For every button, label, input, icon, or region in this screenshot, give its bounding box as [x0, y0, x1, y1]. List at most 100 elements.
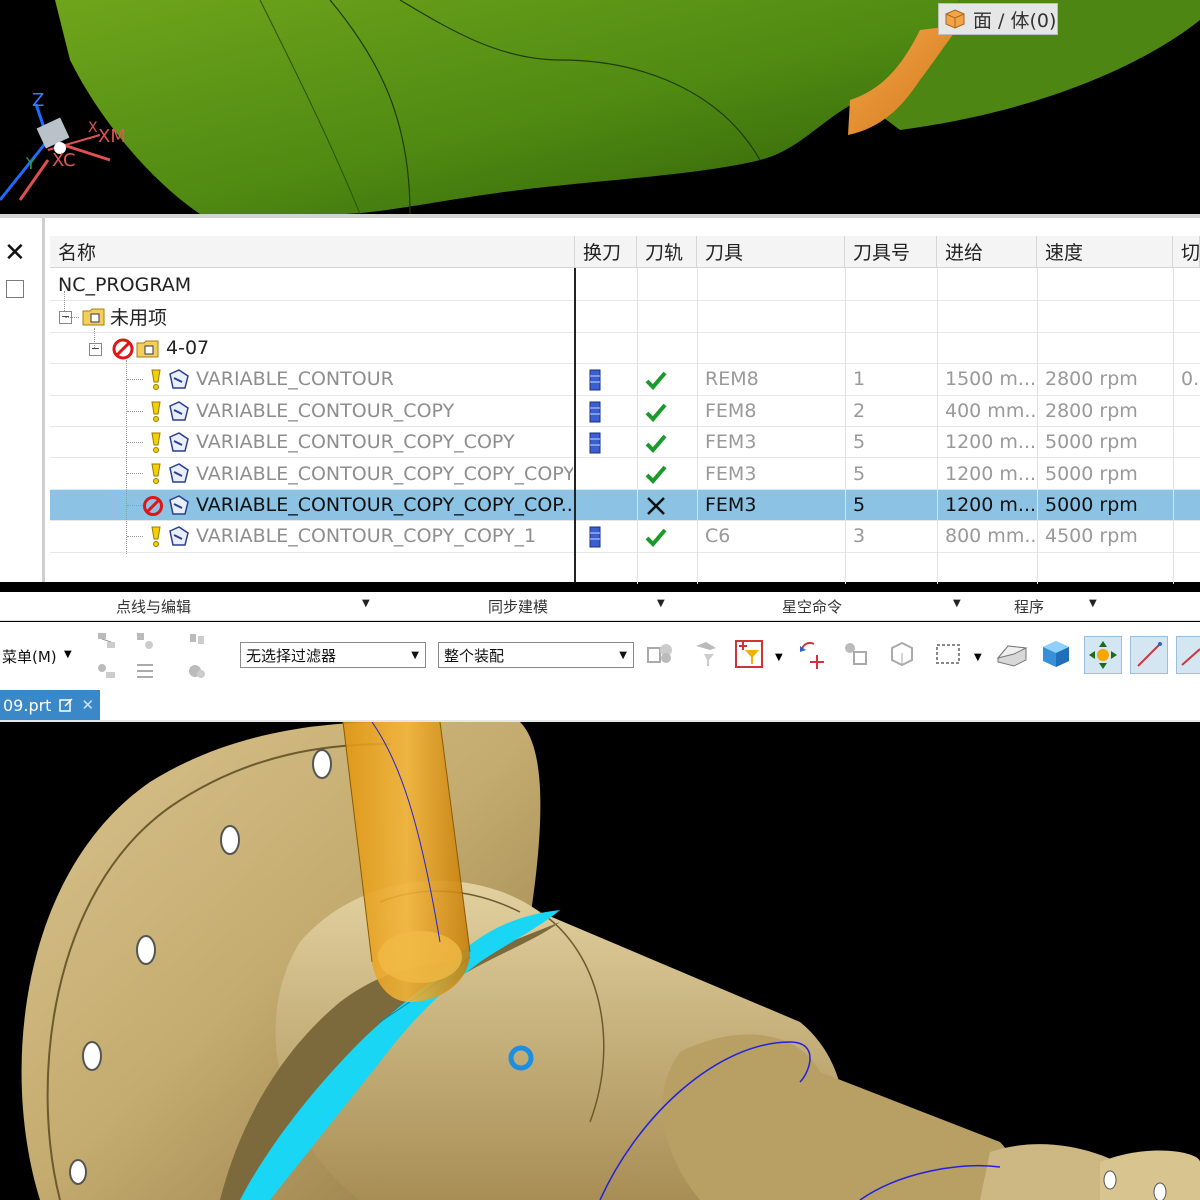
- dropdown-arrow-icon[interactable]: ▼: [953, 598, 961, 609]
- menu-dropdown-icon[interactable]: ▼: [64, 649, 72, 660]
- file-tab-label: 09.prt: [3, 695, 52, 715]
- operation-name: VARIABLE_CONTOUR_COPY_COPY_COPY: [196, 462, 573, 485]
- tree-line: [65, 317, 79, 318]
- snap-point-icon[interactable]: [794, 636, 830, 672]
- ribbon-group-star-commands[interactable]: 星空命令: [782, 596, 842, 617]
- shaded-cube-icon[interactable]: [1038, 636, 1074, 672]
- tree-row-program[interactable]: − 4-07: [50, 333, 1200, 365]
- modified-icon: [59, 698, 73, 712]
- tree-line: [126, 360, 127, 554]
- column-header-tool[interactable]: 刀具: [697, 236, 845, 268]
- column-divider: [1173, 268, 1174, 584]
- type-filter-dropdown[interactable]: 无选择过滤器 ▼: [240, 642, 426, 668]
- ribbon-group-curve-edit[interactable]: 点线与编辑: [116, 596, 191, 617]
- operation-row[interactable]: VARIABLE_CONTOUR_COPY_COPY FEM3 5 1200 m...…: [50, 427, 1200, 459]
- dropdown-arrow-icon[interactable]: ▼: [362, 598, 370, 609]
- toolpath-ok-icon: [645, 403, 667, 422]
- tool-change-icon: [589, 401, 601, 423]
- snap-control-point-icon[interactable]: [1084, 636, 1122, 674]
- cut-value: [1173, 490, 1200, 520]
- tree-row-root[interactable]: NC_PROGRAM: [50, 270, 1200, 302]
- speed-value: 5000 rpm: [1045, 431, 1138, 454]
- close-icon[interactable]: ✕: [4, 238, 26, 268]
- navigator-checkbox[interactable]: [6, 280, 24, 298]
- sync-replace-face-icon[interactable]: [184, 658, 210, 684]
- offset-curve-icon[interactable]: [94, 658, 120, 684]
- selection-badge-label: 面 / 体(0): [973, 9, 1057, 32]
- dropdown-arrow-icon[interactable]: ▼: [775, 652, 783, 663]
- divide-curve-icon[interactable]: [132, 628, 158, 654]
- tool-number: 5: [853, 493, 866, 516]
- group-label-unused: 未用项: [110, 307, 168, 330]
- tool-name: FEM3: [705, 462, 757, 485]
- tree-line: [127, 379, 143, 381]
- operation-name: VARIABLE_CONTOUR_COPY_COPY_COP...: [196, 493, 573, 516]
- operation-row[interactable]: VARIABLE_CONTOUR_COPY_COPY_COP... FEM3 5 12…: [50, 489, 1200, 522]
- wireframe-select-icon[interactable]: [884, 636, 920, 672]
- tool-number: 2: [853, 399, 866, 422]
- dropdown-arrow-icon[interactable]: ▼: [974, 652, 982, 663]
- menu-button[interactable]: 菜单(M): [2, 646, 57, 667]
- tool-name: FEM3: [705, 493, 757, 516]
- graphics-window-top[interactable]: Z Y XC X XM 面 / 体(0): [0, 0, 1200, 214]
- selection-badge[interactable]: 面 / 体(0): [938, 3, 1058, 35]
- operation-navigator: ✕ 名称 换刀 刀轨 刀具 刀具号 进给 速度 切 NC_PROGRAM − 未…: [0, 214, 1200, 584]
- trim-curve-icon[interactable]: [132, 658, 158, 684]
- toolpath-ok-icon: [645, 466, 667, 485]
- column-header-toolchange[interactable]: 换刀: [575, 236, 637, 268]
- tree-row-unused[interactable]: − 未用项: [50, 301, 1200, 333]
- operation-row[interactable]: VARIABLE_CONTOUR_COPY FEM8 2 400 mm... 2800 …: [50, 396, 1200, 427]
- feed-value: 1500 m...: [945, 368, 1037, 391]
- no-entry-icon: [143, 495, 163, 516]
- shaded-view-icon[interactable]: [994, 636, 1030, 672]
- column-header-speed[interactable]: 速度: [1037, 236, 1173, 268]
- feed-value: 1200 m...: [945, 462, 1037, 485]
- axis-label-z: Z: [32, 90, 45, 111]
- sync-move-face-icon[interactable]: [184, 628, 210, 654]
- column-divider: [637, 268, 638, 584]
- column-header-tool-number[interactable]: 刀具号: [845, 236, 937, 268]
- regenerate-warning-icon: [151, 401, 161, 422]
- cube-icon: [945, 9, 965, 29]
- ribbon-group-program[interactable]: 程序: [1014, 596, 1044, 617]
- graphics-window-main[interactable]: [0, 722, 1200, 1200]
- operation-row[interactable]: VARIABLE_CONTOUR REM8 1 1500 m... 2800 rpm 0.: [50, 364, 1200, 396]
- no-entry-icon: [112, 338, 134, 360]
- edit-curve-icon[interactable]: [94, 628, 120, 654]
- tool-name: C6: [705, 525, 731, 548]
- ribbon-group-sync-modeling[interactable]: 同步建模: [488, 596, 548, 617]
- regenerate-warning-icon: [151, 432, 161, 453]
- snap-mid-point-icon[interactable]: [1176, 636, 1200, 674]
- toolpath-ok-icon: [645, 371, 667, 391]
- tree-line: [127, 410, 143, 412]
- feed-value: 800 mm...: [945, 525, 1037, 548]
- dropdown-arrow-icon[interactable]: ▼: [657, 598, 665, 609]
- file-tab-bar: 09.prt ✕: [0, 690, 1200, 722]
- file-tab-active[interactable]: 09.prt ✕: [0, 690, 100, 720]
- regenerate-warning-icon: [151, 463, 161, 485]
- dropdown-arrow-icon[interactable]: ▼: [1089, 598, 1097, 609]
- regenerate-warning-icon: [151, 369, 161, 391]
- scope-dropdown[interactable]: 整个装配 ▼: [438, 642, 634, 668]
- tool-name: FEM8: [705, 399, 757, 422]
- operation-name: VARIABLE_CONTOUR_COPY: [196, 399, 455, 422]
- speed-value: 5000 rpm: [1045, 462, 1138, 485]
- tool-number: 1: [853, 368, 866, 391]
- feed-value: 400 mm...: [945, 399, 1037, 422]
- add-filter-icon[interactable]: [731, 636, 767, 672]
- cut-value: 0.: [1181, 368, 1200, 391]
- rectangle-select-icon[interactable]: [930, 636, 966, 672]
- toolpath-ok-icon: [645, 528, 667, 548]
- column-header-name[interactable]: 名称: [50, 236, 575, 268]
- close-tab-icon[interactable]: ✕: [81, 696, 94, 714]
- column-header-toolpath[interactable]: 刀轨: [637, 236, 697, 268]
- column-header-feed[interactable]: 进给: [937, 236, 1037, 268]
- column-header-cut[interactable]: 切: [1173, 236, 1200, 268]
- assembly-select-icon[interactable]: [838, 636, 874, 672]
- select-features-icon[interactable]: [642, 636, 678, 672]
- operation-row[interactable]: VARIABLE_CONTOUR_COPY_COPY_COPY FEM3 5 1200…: [50, 458, 1200, 490]
- collapse-icon[interactable]: −: [89, 342, 102, 356]
- operation-row[interactable]: VARIABLE_CONTOUR_COPY_COPY_1 C6 3 800 mm...…: [50, 521, 1200, 553]
- snap-end-point-icon[interactable]: [1130, 636, 1168, 674]
- general-filter-icon[interactable]: [688, 636, 724, 672]
